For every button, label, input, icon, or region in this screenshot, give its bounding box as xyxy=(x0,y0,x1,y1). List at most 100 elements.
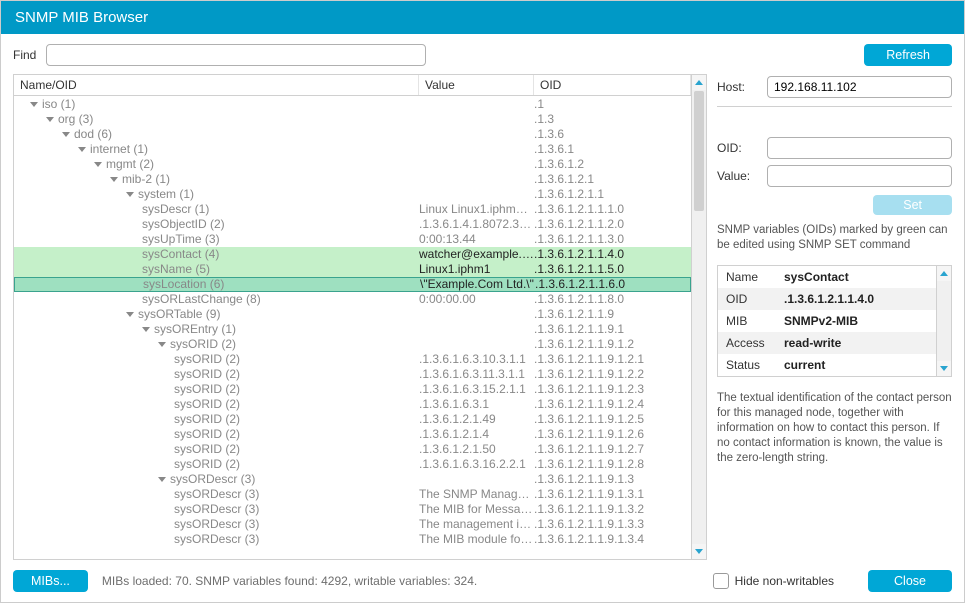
tree-row[interactable]: sysORID (2).1.3.6.1.6.3.11.3.1.1.1.3.6.1… xyxy=(14,367,691,382)
node-oid: .1.3.6.1.2.1.1.9.1 xyxy=(534,322,691,337)
tree-row[interactable]: sysORTable (9) .1.3.6.1.2.1.1.9 xyxy=(14,307,691,322)
node-label: sysORID (2) xyxy=(174,442,240,457)
expand-icon[interactable] xyxy=(126,192,134,197)
tree-row[interactable]: sysORID (2).1.3.6.1.6.3.1.1.3.6.1.2.1.1.… xyxy=(14,397,691,412)
refresh-button[interactable]: Refresh xyxy=(864,44,952,66)
detail-scrollbar[interactable] xyxy=(936,266,951,376)
node-value: The management inf... xyxy=(419,517,534,532)
mibs-button[interactable]: MIBs... xyxy=(13,570,88,592)
node-label: sysOREntry (1) xyxy=(154,322,236,337)
tree-row[interactable]: sysObjectID (2).1.3.6.1.4.1.8072.3.2.10.… xyxy=(14,217,691,232)
node-label: sysORTable (9) xyxy=(138,307,220,322)
tree-row[interactable]: sysORID (2).1.3.6.1.6.3.10.3.1.1.1.3.6.1… xyxy=(14,352,691,367)
hide-nonwritables-checkbox[interactable] xyxy=(713,573,729,589)
expand-icon[interactable] xyxy=(78,147,86,152)
node-oid: .1.3.6.1.2 xyxy=(534,157,691,172)
col-value[interactable]: Value xyxy=(419,75,534,95)
tree-row[interactable]: iso (1).1 xyxy=(14,97,691,112)
node-label: sysName (5) xyxy=(142,262,210,277)
node-oid: .1.3 xyxy=(534,112,691,127)
top-toolbar: Find Refresh xyxy=(13,44,952,66)
tree-row[interactable]: org (3) .1.3 xyxy=(14,112,691,127)
detail-panel: Host: OID: Value: Set SNMP variables (OI… xyxy=(717,74,952,560)
detail-oid-label: OID xyxy=(718,288,778,310)
tree-row[interactable]: sysContact (4)watcher@example.c....1.3.6… xyxy=(14,247,691,262)
node-oid: .1.3.6.1.2.1.1.1.0 xyxy=(534,202,691,217)
node-value: The SNMP Managem... xyxy=(419,487,534,502)
detail-mib-label: MIB xyxy=(718,310,778,332)
expand-icon[interactable] xyxy=(158,477,166,482)
tree-row[interactable]: sysOREntry (1) .1.3.6.1.2.1.1.9.1 xyxy=(14,322,691,337)
node-label: system (1) xyxy=(138,187,194,202)
tree-scrollbar[interactable] xyxy=(691,75,706,559)
scroll-thumb[interactable] xyxy=(694,91,704,211)
editable-hint: SNMP variables (OIDs) marked by green ca… xyxy=(717,223,952,253)
node-label: mgmt (2) xyxy=(106,157,154,172)
node-label: sysORDescr (3) xyxy=(174,502,259,517)
tree-row[interactable]: sysORID (2).1.3.6.1.2.1.50.1.3.6.1.2.1.1… xyxy=(14,442,691,457)
tree-row[interactable]: sysUpTime (3)0:00:13.44.1.3.6.1.2.1.1.3.… xyxy=(14,232,691,247)
node-oid: .1.3.6.1.2.1.1.9.1.2 xyxy=(534,337,691,352)
node-label: org (3) xyxy=(58,112,93,127)
detail-scroll-down-icon[interactable] xyxy=(937,361,951,376)
node-oid: .1.3.6.1.2.1.1.6.0 xyxy=(535,277,690,292)
node-oid: .1.3.6.1.2.1.1.9.1.3.2 xyxy=(534,502,691,517)
expand-icon[interactable] xyxy=(142,327,150,332)
tree-row[interactable]: sysORLastChange (8)0:00:00.00.1.3.6.1.2.… xyxy=(14,292,691,307)
tree-row[interactable]: sysORDescr (3).1.3.6.1.2.1.1.9.1.3 xyxy=(14,472,691,487)
scroll-down-icon[interactable] xyxy=(692,544,706,559)
expand-icon[interactable] xyxy=(158,342,166,347)
node-oid: .1.3.6.1.2.1.1.9.1.3 xyxy=(534,472,691,487)
tree-row[interactable]: sysORDescr (3)The SNMP Managem....1.3.6.… xyxy=(14,487,691,502)
tree-row[interactable]: sysORID (2).1.3.6.1.6.3.15.2.1.1.1.3.6.1… xyxy=(14,382,691,397)
tree-header: Name/OID Value OID xyxy=(14,75,691,96)
tree-row[interactable]: dod (6).1.3.6 xyxy=(14,127,691,142)
expand-icon[interactable] xyxy=(94,162,102,167)
node-value: 0:00:00.00 xyxy=(419,292,534,307)
node-oid: .1.3.6.1.2.1.1.9.1.2.4 xyxy=(534,397,691,412)
expand-icon[interactable] xyxy=(110,177,118,182)
tree-body: iso (1).1org (3) .1.3dod (6).1.3.6interne… xyxy=(14,97,691,547)
expand-icon[interactable] xyxy=(30,102,38,107)
col-oid[interactable]: OID xyxy=(534,75,691,95)
node-oid: .1.3.6.1.2.1.1.9.1.2.6 xyxy=(534,427,691,442)
node-label: sysContact (4) xyxy=(142,247,219,262)
tree-row[interactable]: sysDescr (1)Linux Linux1.iphm1 ....1.3.6… xyxy=(14,202,691,217)
node-value: The MIB for Messag... xyxy=(419,502,534,517)
tree-row[interactable]: sysORID (2).1.3.6.1.2.1.49.1.3.6.1.2.1.1… xyxy=(14,412,691,427)
col-name[interactable]: Name/OID xyxy=(14,75,419,95)
tree-row[interactable]: mgmt (2) .1.3.6.1.2 xyxy=(14,157,691,172)
expand-icon[interactable] xyxy=(46,117,54,122)
oid-input[interactable] xyxy=(767,137,952,159)
close-button[interactable]: Close xyxy=(868,570,952,592)
node-oid: .1.3.6.1 xyxy=(534,142,691,157)
find-input[interactable] xyxy=(46,44,426,66)
detail-name-value: sysContact xyxy=(778,266,936,288)
tree-row[interactable]: sysORDescr (3) The MIB for Messag....1.3.… xyxy=(14,502,691,517)
tree-row[interactable]: internet (1).1.3.6.1 xyxy=(14,142,691,157)
node-value: Linux1.iphm1 xyxy=(419,262,534,277)
value-input[interactable] xyxy=(767,165,952,187)
tree-row[interactable]: sysLocation (6)\"Example.Com Ltd.\".1.3.… xyxy=(14,277,691,292)
tree-row[interactable]: sysORDescr (3)The MIB module for ....1.3… xyxy=(14,532,691,547)
expand-icon[interactable] xyxy=(126,312,134,317)
node-oid: .1 xyxy=(534,97,691,112)
node-label: sysORDescr (3) xyxy=(174,487,259,502)
detail-mib-value: SNMPv2-MIB xyxy=(778,310,936,332)
scroll-up-icon[interactable] xyxy=(692,75,706,90)
host-input[interactable] xyxy=(767,76,952,98)
set-button[interactable]: Set xyxy=(873,195,952,215)
tree-row[interactable]: sysORID (2).1.3.6.1.2.1.1.9.1.2 xyxy=(14,337,691,352)
expand-icon[interactable] xyxy=(62,132,70,137)
tree-row[interactable]: mib-2 (1).1.3.6.1.2.1 xyxy=(14,172,691,187)
tree-row[interactable]: sysName (5)Linux1.iphm1.1.3.6.1.2.1.1.5.… xyxy=(14,262,691,277)
tree-row[interactable]: sysORID (2).1.3.6.1.2.1.4.1.3.6.1.2.1.1.… xyxy=(14,427,691,442)
tree-row[interactable]: system (1).1.3.6.1.2.1.1 xyxy=(14,187,691,202)
tree-row[interactable]: sysORDescr (3)The management inf....1.3.… xyxy=(14,517,691,532)
detail-scroll-up-icon[interactable] xyxy=(937,266,951,281)
tree-row[interactable]: sysORID (2).1.3.6.1.6.3.16.2.2.1.1.3.6.1… xyxy=(14,457,691,472)
oid-label: OID: xyxy=(717,141,759,155)
node-oid: .1.3.6.1.2.1.1.9 xyxy=(534,307,691,322)
footer: MIBs... MIBs loaded: 70. SNMP variables … xyxy=(1,560,964,602)
node-label: sysObjectID (2) xyxy=(142,217,225,232)
